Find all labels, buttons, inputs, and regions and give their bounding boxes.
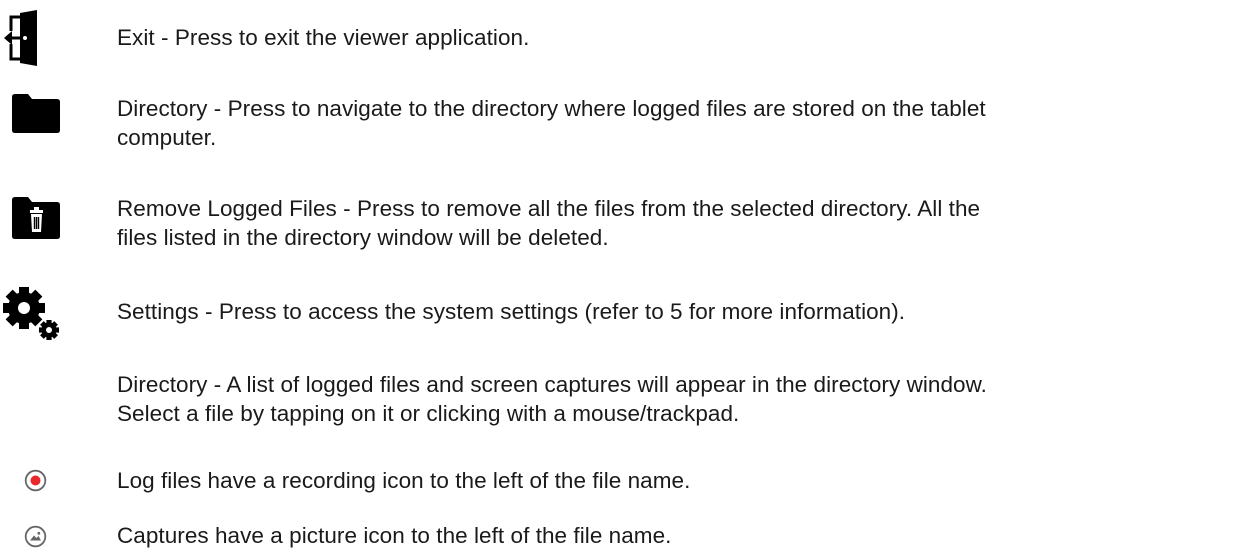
remove-logged-files-description-line-2: files listed in the directory window wil… [117, 225, 609, 250]
remove-logged-files-description-line-1: Remove Logged Files - Press to remove al… [117, 196, 981, 221]
directory-description-line-2: computer. [117, 125, 217, 150]
directory-list-description-line-1: Directory - A list of logged files and s… [117, 372, 987, 397]
picture-icon [24, 525, 47, 548]
document-page: { "entries": [ { "id": "exit", "icon": "… [0, 0, 1252, 556]
folder-trash-icon [12, 197, 60, 239]
exit-door-icon [4, 10, 37, 66]
exit-description: Exit - Press to exit the viewer applicat… [117, 25, 530, 50]
recording-icon [24, 469, 47, 492]
log-files-description: Log files have a recording icon to the l… [117, 468, 691, 493]
captures-description: Captures have a picture icon to the left… [117, 523, 672, 548]
directory-list-description-line-2: Select a file by tapping on it or clicki… [117, 401, 740, 426]
gears-icon [3, 287, 59, 340]
directory-description-line-1: Directory - Press to navigate to the dir… [117, 96, 986, 121]
folder-icon [12, 94, 60, 133]
settings-description: Settings - Press to access the system se… [117, 299, 906, 324]
